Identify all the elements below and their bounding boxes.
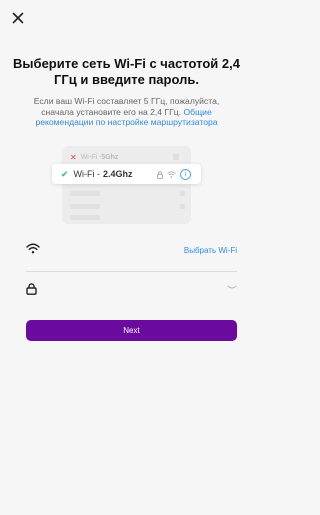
page-title: Выберите сеть Wi-Fi с частотой 2,4 ГГц и…: [13, 56, 240, 87]
network-24-row: ✔ Wi-Fi - 2.4Ghz i: [52, 164, 201, 184]
placeholder-line: [70, 204, 100, 209]
check-icon: ✔: [61, 168, 69, 179]
close-icon: [12, 12, 24, 24]
placeholder-icon: [180, 204, 185, 209]
placeholder-icon: [173, 154, 179, 160]
password-input[interactable]: [46, 281, 223, 303]
next-button[interactable]: Next: [26, 320, 237, 341]
wifi-illustration: ✕ Wi-Fi - 5Ghz ✔ Wi-Fi - 2.4Ghz i: [52, 146, 201, 224]
network-24-band: 2.4Ghz: [103, 169, 133, 179]
network-5g-band: 5Ghz: [101, 153, 119, 161]
network-24-prefix: Wi-Fi -: [73, 169, 101, 179]
select-wifi-link[interactable]: Выбрать Wi-Fi: [184, 246, 237, 255]
network-24-icons: i: [157, 169, 191, 180]
network-5g-prefix: Wi-Fi -: [80, 153, 102, 161]
wifi-icon: [26, 243, 40, 254]
small-lock-icon: [157, 170, 163, 179]
close-button[interactable]: [12, 12, 28, 28]
network-5g-row: ✕ Wi-Fi - 5Ghz: [70, 151, 183, 163]
cross-icon: ✕: [70, 152, 77, 162]
placeholder-line: [70, 191, 100, 196]
placeholder-icon: [180, 191, 185, 196]
password-field[interactable]: [26, 281, 237, 307]
instructions: Если ваш Wi-Fi составляет 5 ГГц, пожалуй…: [26, 96, 227, 128]
placeholder-line: [70, 215, 100, 220]
lock-icon: [26, 283, 37, 295]
eye-closed-icon[interactable]: [227, 285, 237, 290]
info-icon: i: [180, 169, 191, 180]
small-wifi-icon: [167, 171, 176, 178]
wifi-network-field[interactable]: Выбрать Wi-Fi: [26, 241, 237, 272]
